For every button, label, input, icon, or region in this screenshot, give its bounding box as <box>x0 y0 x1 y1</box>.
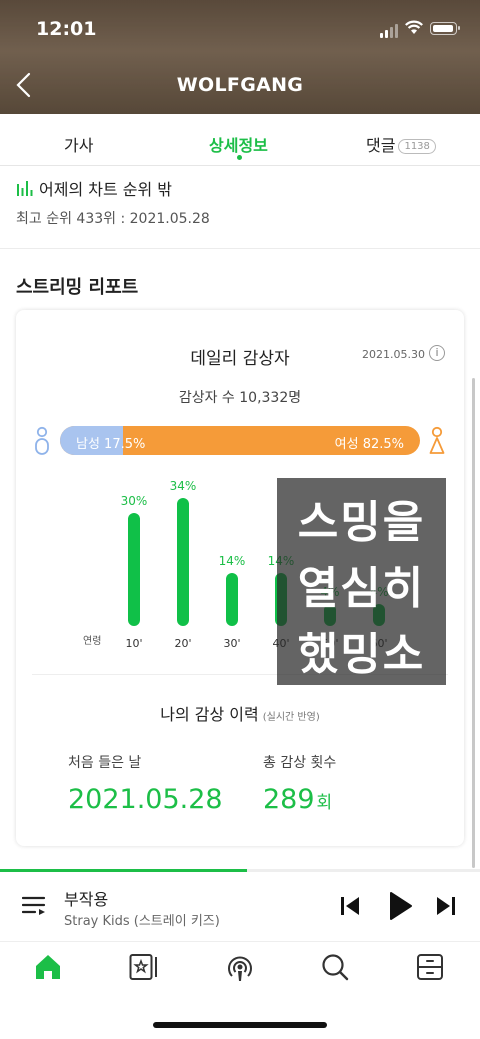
age-bar-label: 20' <box>174 637 192 650</box>
my-history-title-text: 나의 감상 이력 <box>160 705 259 724</box>
my-history-title: 나의 감상 이력 (실시간 반영) <box>16 701 464 725</box>
status-time: 12:01 <box>36 18 97 40</box>
playlist-icon[interactable] <box>22 894 48 918</box>
age-bar <box>177 498 189 626</box>
tab-comments-label: 댓글 <box>366 136 396 155</box>
song-title: 부작용 <box>64 890 109 909</box>
music-library-icon[interactable] <box>129 953 159 985</box>
age-bar-label: 30' <box>223 637 241 650</box>
wifi-icon <box>405 20 423 34</box>
mini-player[interactable]: 부작용 Stray Kids (스트레이 키즈) <box>0 872 480 942</box>
gender-ratio-bar: 남성 17.5% 여성 82.5% <box>60 426 420 455</box>
female-person-icon <box>429 426 445 454</box>
play-icon[interactable] <box>389 891 413 921</box>
battery-icon <box>430 22 460 35</box>
artist-name: Stray Kids (스트레이 키즈) <box>64 914 220 929</box>
tab-details[interactable]: 상세정보 <box>209 132 268 156</box>
total-count-unit: 회 <box>316 793 333 813</box>
sticker-line-2: 열심히 <box>297 563 426 614</box>
home-icon[interactable] <box>34 953 62 985</box>
tab-comments[interactable]: 댓글 1138 <box>366 132 436 156</box>
first-listen-value: 2021.05.28 <box>68 784 223 815</box>
sticker-line-3: 했밍소 <box>297 629 426 680</box>
first-listen-label: 처음 들은 날 <box>68 755 142 771</box>
age-bar-percent: 14% <box>218 554 246 568</box>
age-bar-percent: 34% <box>169 479 197 493</box>
report-date: 2021.05.30 <box>362 348 425 361</box>
bottom-navigation <box>0 943 480 998</box>
previous-track-icon[interactable] <box>340 895 360 917</box>
chart-rank-section: 어제의 차트 순위 밖 최고 순위 433위 : 2021.05.28 <box>16 176 210 227</box>
podcast-icon[interactable] <box>225 953 255 987</box>
storage-icon[interactable] <box>416 953 444 985</box>
chart-bars-icon <box>17 180 33 196</box>
status-bar: 12:01 <box>0 16 480 42</box>
text-sticker-overlay: 스밍을 열심히 했밍소 <box>277 478 446 685</box>
streaming-report-title: 스트리밍 리포트 <box>16 277 139 298</box>
tab-bar: 가사 상세정보 댓글 1138 <box>0 114 480 166</box>
sticker-line-1: 스밍을 <box>297 497 426 548</box>
age-bar <box>226 573 238 626</box>
total-count-value: 289 회 <box>263 784 332 815</box>
active-tab-indicator <box>237 155 242 160</box>
realtime-note: (실시간 반영) <box>262 712 320 723</box>
chart-rank-subtitle: 최고 순위 433위 : 2021.05.28 <box>16 211 210 227</box>
signal-icon <box>380 24 398 38</box>
home-indicator <box>153 1022 327 1028</box>
search-icon[interactable] <box>321 953 349 985</box>
age-axis-label: 연령 <box>83 636 102 647</box>
total-count-number: 289 <box>263 784 315 815</box>
age-bar-label: 10' <box>125 637 143 650</box>
divider <box>0 248 480 249</box>
total-count-label: 총 감상 횟수 <box>263 755 337 771</box>
age-bar-percent: 30% <box>120 494 148 508</box>
female-ratio-label: 여성 82.5% <box>334 437 404 452</box>
next-track-icon[interactable] <box>436 895 456 917</box>
age-bar <box>128 513 140 626</box>
male-person-icon <box>35 426 49 455</box>
tab-lyrics[interactable]: 가사 <box>64 132 93 156</box>
page-title: WOLFGANG <box>176 74 304 96</box>
listener-count: 감상자 수 10,332명 <box>178 390 302 406</box>
comment-count-badge: 1138 <box>398 139 436 154</box>
male-ratio-label: 남성 17.5% <box>76 437 146 452</box>
chart-rank-title: 어제의 차트 순위 밖 <box>39 180 173 199</box>
info-icon[interactable]: i <box>429 345 445 361</box>
scrollbar[interactable] <box>472 378 475 868</box>
